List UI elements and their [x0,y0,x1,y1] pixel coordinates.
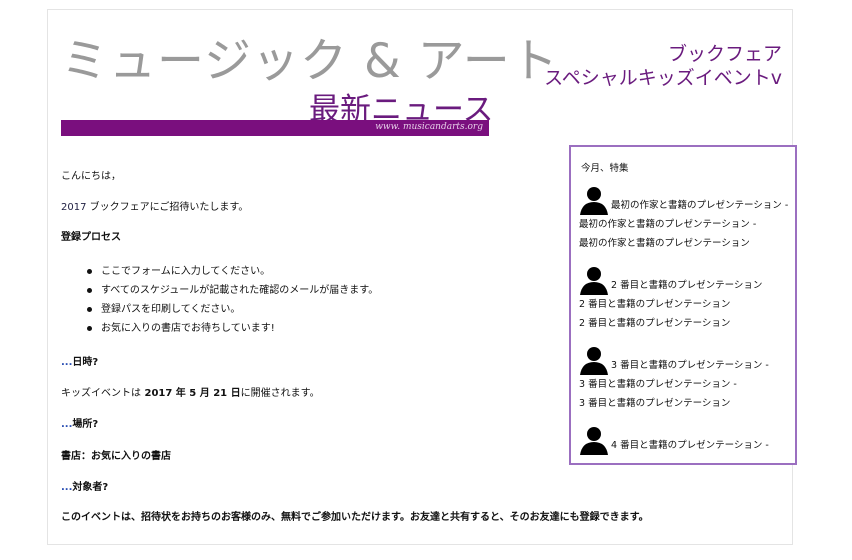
event-heading-line2: スペシャルキッズイベントv [544,67,782,89]
featured-event-line: 最初の作家と書籍のプレゼンテーション - [579,219,757,230]
invitation-note: このイベントは、招待状をお持ちのお客様のみ、無料でご参加いただけます。お友達と共… [61,512,649,523]
held-prefix: キッズイベントは [61,388,141,399]
step-item: お気に入りの書店でお待ちしています! [86,322,378,341]
when-label: 日時? [72,357,99,368]
featured-event-line: 3 番目と書籍のプレゼンテーション - [579,379,737,390]
person-silhouette-icon [580,187,608,215]
step-item: ここでフォームに入力してください。 [86,265,378,284]
featured-event-row: 3 番目と書籍のプレゼンテーション - [579,345,769,375]
invite-body: ブックフェアにご招待いたします。 [86,202,249,213]
featured-event-line: 最初の作家と書籍のプレゼンテーション - [611,200,789,211]
greeting: こんにちは， [61,171,121,182]
featured-event-row: 2 番目と書籍のプレゼンテーション [579,265,762,295]
brand-title: ミュージック & アート [61,34,559,89]
featured-sidebar: 今月、特集 最初の作家と書籍のプレゼンテーション - 最初の作家と書籍のプレゼン… [569,145,797,465]
where-ellipsis: ... [61,419,73,430]
event-heading: ブックフェア スペシャルキッズイベントv [544,42,782,90]
featured-event: 4 番目と書籍のプレゼンテーション - [579,425,769,455]
featured-event-line: 2 番目と書籍のプレゼンテーション [611,280,763,291]
event-heading-line1: ブックフェア [667,43,782,65]
who-heading: ...対象者? [61,481,108,495]
featured-event-line: 3 番目と書籍のプレゼンテーション [579,398,731,409]
where-heading: ...場所? [61,418,98,432]
featured-event-row: 4 番目と書籍のプレゼンテーション - [579,425,769,455]
when-heading: ...日時? [61,356,98,370]
featured-event-line: 最初の作家と書籍のプレゼンテーション [579,238,750,249]
who-ellipsis: ... [61,482,73,493]
site-url: www. musicandarts.org [375,122,483,132]
held-date: 2017 年 5 月 21 日 [141,388,241,399]
where-label: 場所? [72,419,99,430]
featured-event-line: 4 番目と書籍のプレゼンテーション - [611,440,769,451]
featured-event: 2 番目と書籍のプレゼンテーション 2 番目と書籍のプレゼンテーション 2 番目… [579,265,762,333]
person-silhouette-icon [580,427,608,455]
featured-event-row: 最初の作家と書籍のプレゼンテーション - [579,185,788,215]
when-ellipsis: ... [61,357,73,368]
featured-event: 最初の作家と書籍のプレゼンテーション - 最初の作家と書籍のプレゼンテーション … [579,185,788,253]
person-silhouette-icon [580,347,608,375]
held-suffix: に開催されます。 [240,388,320,399]
step-item: 登録パスを印刷してください。 [86,303,378,322]
registration-steps: ここでフォームに入力してください。 すべてのスケジュールが記載された確認のメール… [61,265,378,341]
sidebar-title: 今月、特集 [581,163,629,174]
featured-event-line: 2 番目と書籍のプレゼンテーション [579,299,731,310]
featured-event-line: 2 番目と書籍のプレゼンテーション [579,318,731,329]
person-silhouette-icon [580,267,608,295]
invite-year: 2017 [61,202,87,213]
who-label: 対象者? [72,482,109,493]
registration-heading: 登録プロセス [61,232,121,243]
store-location: 書店：お気に入りの書店 [61,451,171,462]
event-date-text: キッズイベントは 2017 年 5 月 21 日に開催されます。 [61,387,320,401]
invite-text: 2017 ブックフェアにご招待いたします。 [61,201,248,215]
site-banner: www. musicandarts.org [61,120,489,136]
featured-event: 3 番目と書籍のプレゼンテーション - 3 番目と書籍のプレゼンテーション - … [579,345,769,413]
featured-event-line: 3 番目と書籍のプレゼンテーション - [611,360,769,371]
step-item: すべてのスケジュールが記載された確認のメールが届きます。 [86,284,378,303]
